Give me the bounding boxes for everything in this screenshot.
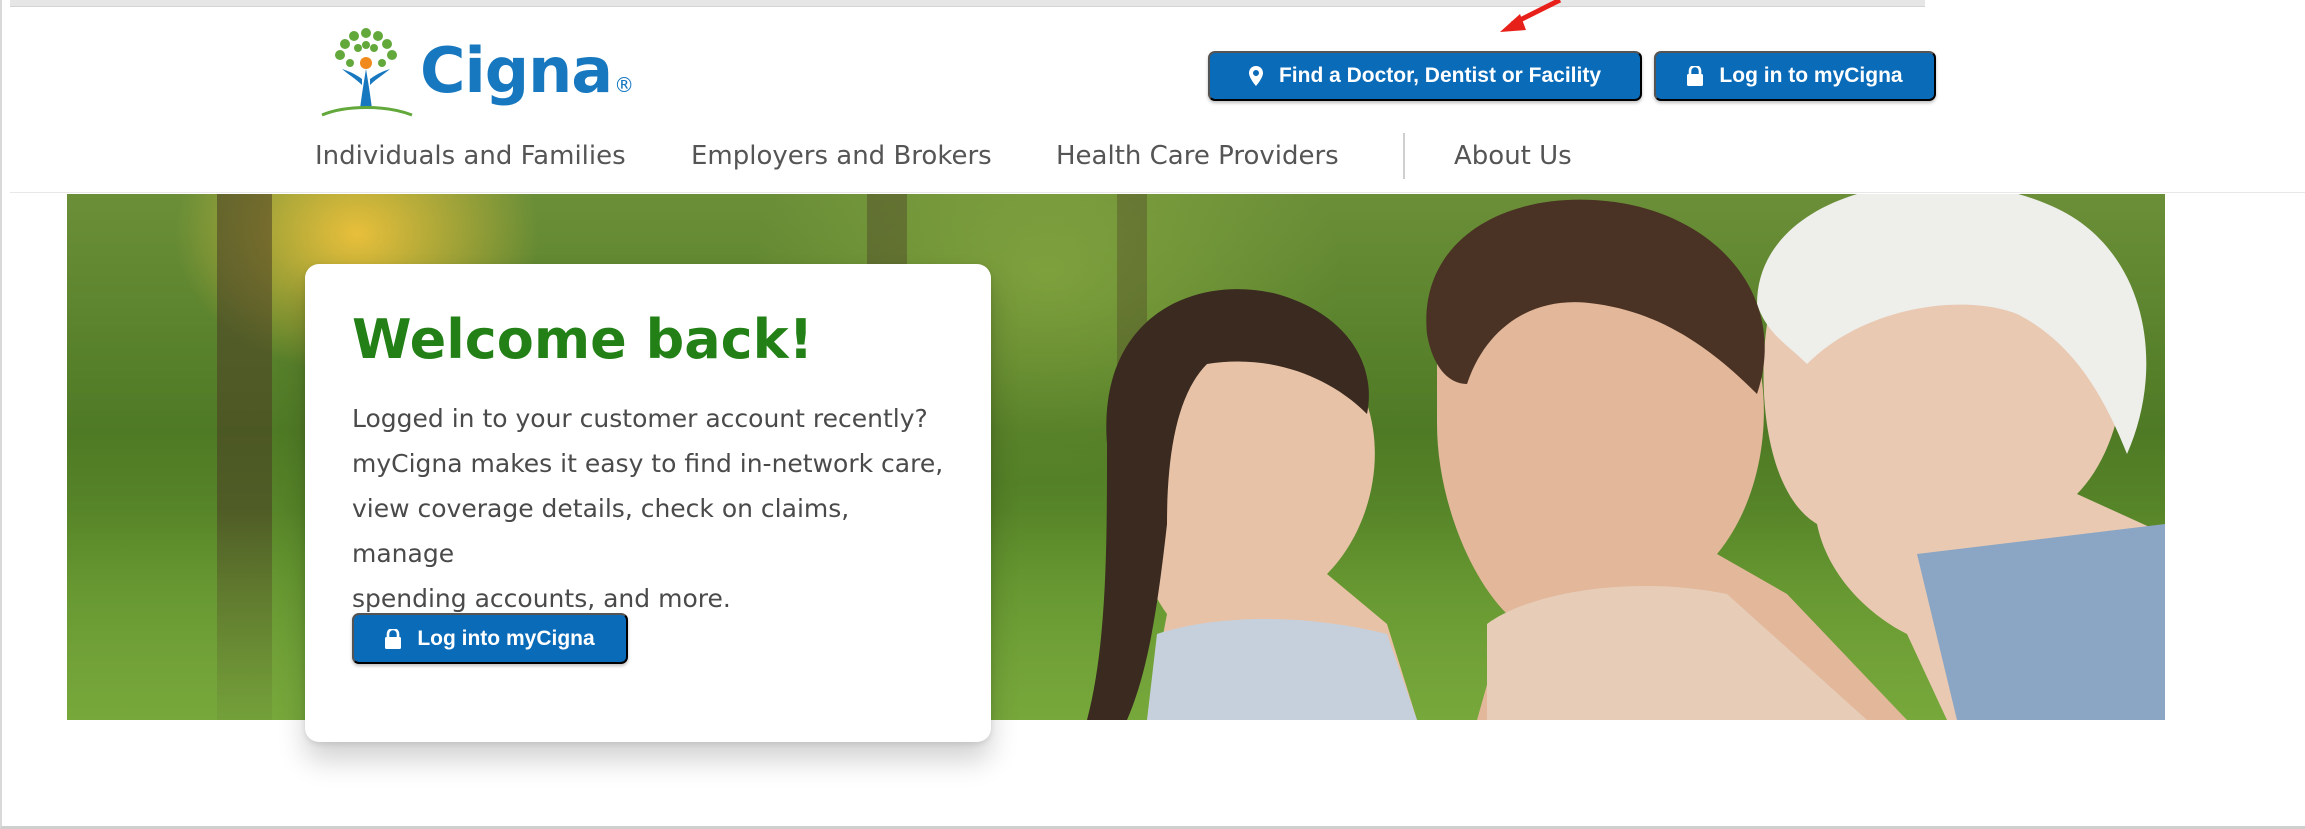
welcome-line: myCigna makes it easy to find in-network… (352, 449, 944, 478)
logo-wordmark: Cigna (420, 33, 613, 107)
cigna-tree-icon (321, 28, 413, 117)
header-login-button[interactable]: Log in to myCigna (1654, 51, 1936, 101)
card-login-button[interactable]: Log into myCigna (352, 613, 628, 664)
nav-health-care-providers[interactable]: Health Care Providers (1056, 138, 1339, 174)
welcome-card: Welcome back! Logged in to your customer… (305, 264, 991, 742)
welcome-title: Welcome back! (352, 308, 814, 371)
card-login-label: Log into myCigna (417, 626, 595, 650)
welcome-message: Logged in to your customer account recen… (352, 396, 952, 621)
lock-icon (385, 628, 402, 649)
lock-icon (1687, 66, 1704, 86)
nav-employers-and-brokers[interactable]: Employers and Brokers (691, 138, 992, 174)
header-login-label: Log in to myCigna (1719, 64, 1903, 87)
welcome-line: Logged in to your customer account recen… (352, 404, 928, 433)
cigna-logo[interactable]: Cigna ® (316, 21, 634, 121)
annotation-arrow-icon (1500, 0, 1562, 32)
welcome-line: view coverage details, check on claims, … (352, 494, 850, 568)
top-strip (10, 0, 1925, 7)
find-doctor-label: Find a Doctor, Dentist or Facility (1278, 64, 1602, 87)
nav-separator (1403, 133, 1405, 179)
site-header: Cigna ® Find a Doctor, Dentist or Facili… (10, 7, 2305, 193)
map-pin-icon (1248, 66, 1263, 86)
find-doctor-button[interactable]: Find a Doctor, Dentist or Facility (1208, 51, 1642, 101)
nav-individuals-and-families[interactable]: Individuals and Families (315, 138, 626, 174)
logo-registered-mark: ® (614, 73, 635, 97)
nav-about-us[interactable]: About Us (1454, 138, 1572, 174)
